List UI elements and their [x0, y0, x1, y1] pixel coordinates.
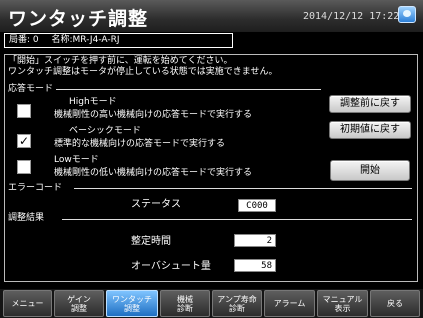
basic-mode-description: 標準的な機械向けの応答モードで実行する [54, 139, 226, 149]
nav-one-touch-tuning-label: ワンタッチ 調整 [112, 294, 152, 313]
nav-gain-tuning[interactable]: ゲイン 調整 [54, 290, 104, 317]
nav-back[interactable]: 戻る [370, 290, 420, 317]
instruction-line-2: ワンタッチ調整はモータが停止している状態では実施できません。 [8, 67, 278, 77]
status-label: ステータス [131, 199, 181, 210]
nav-gain-tuning-label: ゲイン 調整 [67, 294, 91, 313]
error-code-label: エラーコード [8, 183, 63, 194]
result-label: 調整結果 [8, 213, 45, 224]
instruction-message: 「開始」スイッチを押す前に、運転を始めてください。 ワンタッチ調整はモータが停止… [8, 56, 277, 78]
basic-mode-name: ベーシックモード [69, 126, 141, 136]
station-model: 名称:MR-J4-A-RJ [51, 35, 120, 45]
high-mode-name: Highモード [69, 97, 117, 107]
overshoot-label: オーバシュート量 [131, 261, 211, 272]
response-mode-divider [56, 89, 321, 90]
result-divider [62, 219, 412, 220]
low-mode-description: 機械剛性の低い機械向けの応答モードで実行する [54, 168, 253, 178]
nav-amp-life-diagnosis-label: アンプ寿命 診断 [217, 294, 257, 313]
response-mode-label: 応答モード [8, 84, 54, 95]
nav-one-touch-tuning[interactable]: ワンタッチ 調整 [106, 290, 158, 317]
bottom-navigation: メニュー ゲイン 調整 ワンタッチ 調整 機械 診断 アンプ寿命 診断 アラーム… [0, 289, 423, 318]
basic-mode-checkbox[interactable]: ✓ [17, 134, 31, 148]
nav-manual-display[interactable]: マニュアル 表示 [317, 290, 368, 317]
nav-back-label: 戻る [387, 299, 403, 308]
nav-menu-label: メニュー [11, 299, 44, 308]
low-mode-checkbox[interactable] [17, 160, 31, 174]
station-number: 局番: 0 [9, 35, 39, 45]
nav-machine-diagnosis[interactable]: 機械 診断 [160, 290, 210, 317]
overshoot-value: 58 [234, 259, 276, 272]
start-button[interactable]: 開始 [330, 160, 410, 181]
high-mode-checkbox[interactable] [17, 104, 31, 118]
datetime-display: 2014/12/12 17:22 [303, 11, 400, 22]
nav-manual-display-label: マニュアル 表示 [322, 294, 363, 313]
revert-to-before-button[interactable]: 調整前に戻す [329, 95, 411, 113]
nav-alarm[interactable]: アラーム [264, 290, 315, 317]
low-mode-name: Lowモード [54, 155, 99, 165]
status-value: C000 [238, 199, 276, 212]
nav-menu[interactable]: メニュー [3, 290, 52, 317]
nav-machine-diagnosis-label: 機械 診断 [177, 294, 193, 313]
error-code-divider [74, 188, 412, 189]
title-bar: ワンタッチ調整 2014/12/12 17:22 [0, 0, 423, 32]
one-touch-tuning-screen: ワンタッチ調整 2014/12/12 17:22 局番: 0 名称:MR-J4-… [0, 0, 423, 318]
page-title: ワンタッチ調整 [8, 8, 149, 30]
instruction-line-1: 「開始」スイッチを押す前に、運転を始めてください。 [8, 56, 233, 66]
nav-amp-life-diagnosis[interactable]: アンプ寿命 診断 [212, 290, 262, 317]
settle-time-value: 2 [234, 234, 276, 247]
high-mode-description: 機械剛性の高い機械向けの応答モードで実行する [54, 110, 253, 120]
station-info: 局番: 0 名称:MR-J4-A-RJ [4, 33, 233, 48]
nav-alarm-label: アラーム [273, 299, 306, 308]
reset-to-initial-button[interactable]: 初期値に戻す [329, 121, 411, 139]
monitor-status-icon[interactable] [398, 6, 416, 23]
settle-time-label: 整定時間 [131, 236, 171, 247]
